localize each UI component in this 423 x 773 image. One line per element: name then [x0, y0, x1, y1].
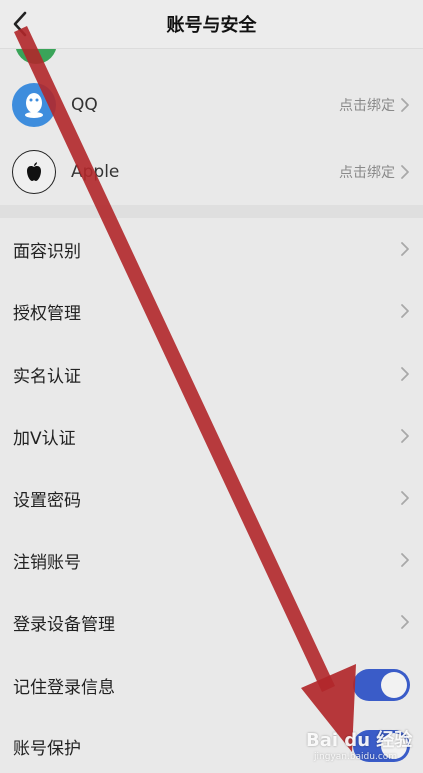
settings-item-label: 登录设备管理 [13, 614, 115, 635]
toggle-knob [381, 672, 407, 698]
settings-item-face-id[interactable]: 面容识别 [0, 218, 423, 280]
chevron-right-icon [401, 429, 409, 443]
settings-item-authorization[interactable]: 授权管理 [0, 280, 423, 342]
remember-login-toggle[interactable] [353, 669, 410, 701]
chevron-right-icon [401, 304, 409, 318]
account-row-qq[interactable]: QQ 点击绑定 [0, 72, 423, 138]
settings-item-label: 设置密码 [13, 490, 81, 511]
apple-icon [12, 150, 56, 194]
chevron-right-icon [401, 165, 409, 179]
bind-action-label[interactable]: 点击绑定 [339, 95, 395, 115]
chevron-right-icon [401, 615, 409, 629]
settings-item-label: 实名认证 [13, 366, 81, 387]
settings-item-account-protection: 账号保护 [0, 715, 423, 773]
settings-item-set-password[interactable]: 设置密码 [0, 467, 423, 529]
settings-item-label: 加V认证 [13, 428, 76, 449]
settings-item-label: 记住登录信息 [13, 677, 115, 698]
account-row-apple[interactable]: Apple 点击绑定 [0, 139, 423, 205]
settings-item-label: 授权管理 [13, 303, 81, 324]
page-title: 账号与安全 [166, 15, 257, 36]
settings-item-v-verification[interactable]: 加V认证 [0, 405, 423, 467]
chevron-right-icon [401, 367, 409, 381]
chevron-right-icon [401, 553, 409, 567]
settings-item-label: 注销账号 [13, 552, 81, 573]
account-protection-toggle[interactable] [353, 730, 410, 762]
account-security-screen: 账号与安全 QQ 点击绑定 Apple 点击绑定 面容识别 授权管理 实名认证 … [0, 0, 423, 773]
back-button[interactable] [8, 8, 36, 40]
chevron-right-icon [401, 242, 409, 256]
settings-item-remember-login: 记住登录信息 [0, 654, 423, 716]
qq-icon [12, 83, 56, 127]
settings-item-device-management[interactable]: 登录设备管理 [0, 591, 423, 653]
settings-item-label: 账号保护 [13, 738, 81, 759]
section-divider [0, 205, 423, 218]
settings-item-label: 面容识别 [13, 241, 81, 262]
account-name: QQ [71, 95, 98, 115]
chevron-left-icon [13, 11, 27, 37]
chevron-right-icon [401, 491, 409, 505]
bind-action-label[interactable]: 点击绑定 [339, 162, 395, 182]
account-name: Apple [71, 162, 120, 182]
chevron-right-icon [401, 98, 409, 112]
settings-item-delete-account[interactable]: 注销账号 [0, 529, 423, 591]
settings-item-real-name[interactable]: 实名认证 [0, 343, 423, 405]
navigation-bar: 账号与安全 [0, 0, 423, 49]
toggle-knob [381, 733, 407, 759]
